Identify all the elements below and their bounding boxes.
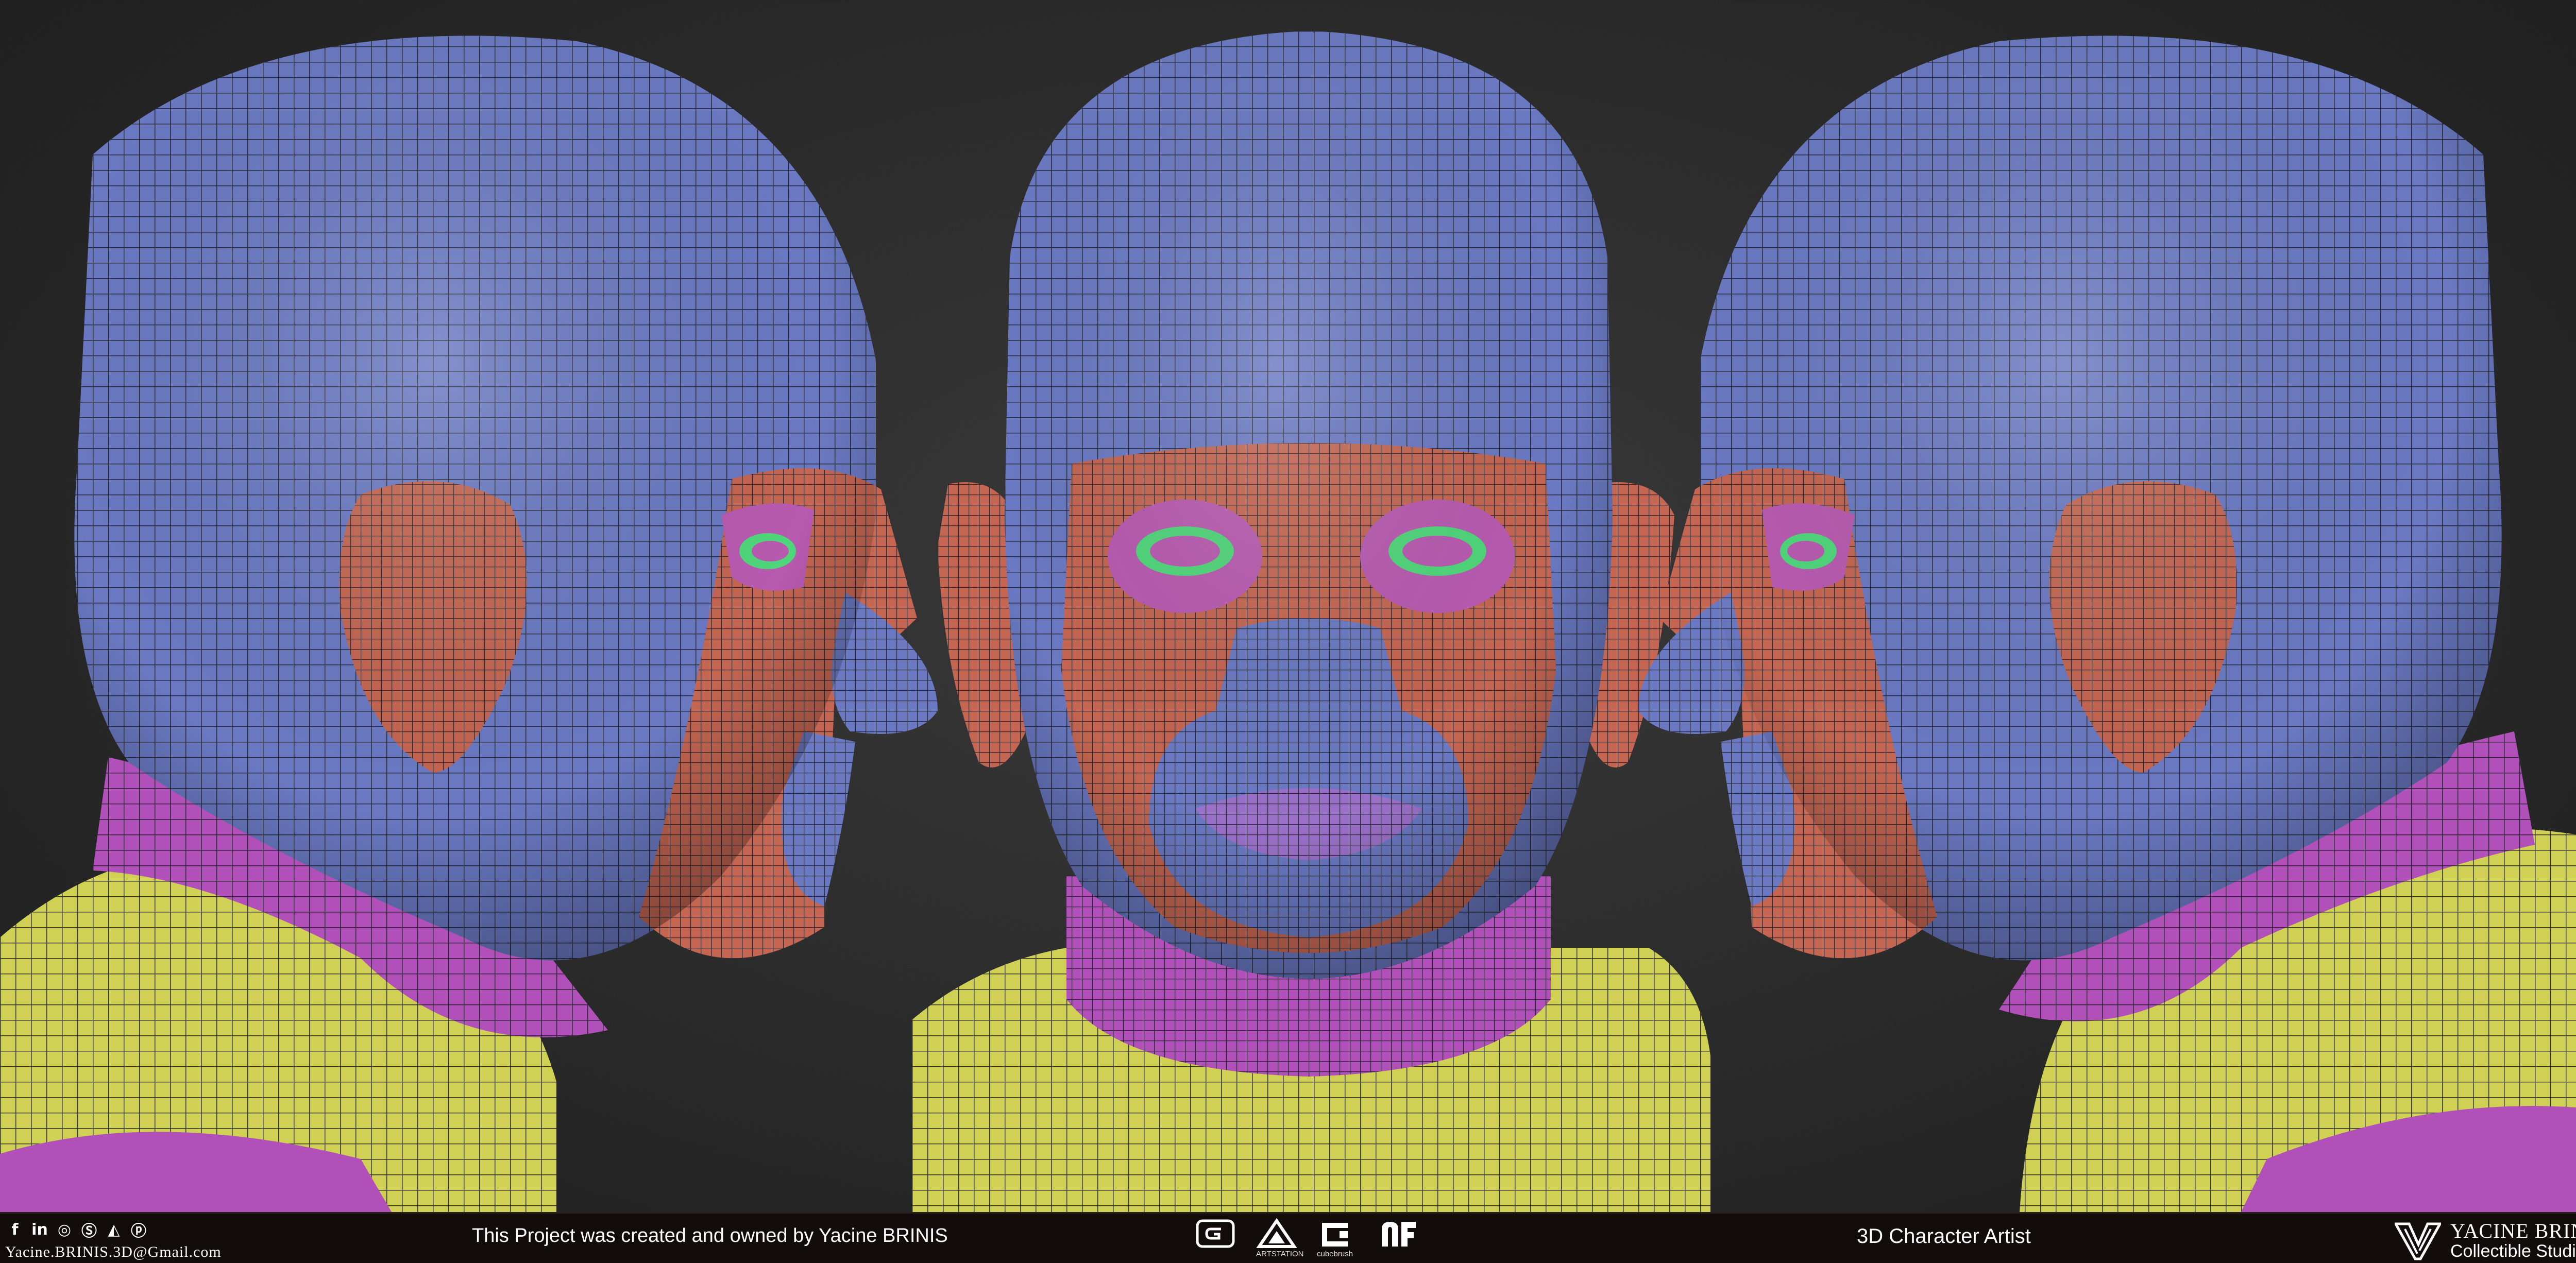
social-links: f in ◎ Ⓢ ◭ ⓟ (4, 1219, 149, 1241)
front-view (912, 31, 1710, 1212)
head-renders (0, 31, 2576, 1212)
brand-logo: YACINE BRINIS Collectible Studios (2395, 1218, 2576, 1261)
cubebrush-logo-icon[interactable]: cubebrush (1317, 1218, 1362, 1259)
cubebrush-caption: cubebrush (1317, 1250, 1353, 1258)
brand-name: YACINE BRINIS (2450, 1219, 2576, 1242)
credit-text: This Project was created and owned by Ya… (472, 1225, 948, 1247)
facebook-icon[interactable]: f (4, 1219, 26, 1240)
artstation-logo-icon[interactable]: ARTSTATION (1256, 1218, 1304, 1259)
left-profile-view (0, 36, 938, 1212)
linkedin-icon[interactable]: in (29, 1219, 50, 1240)
artstation-icon[interactable]: ◭ (103, 1219, 125, 1240)
instagram-icon[interactable]: ◎ (54, 1219, 75, 1240)
artstation-caption: ARTSTATION (1256, 1250, 1304, 1258)
software-logos: ARTSTATION cubebrush (1195, 1218, 1423, 1259)
brand-mark-icon (2395, 1222, 2441, 1260)
role-text: 3D Character Artist (1857, 1225, 2031, 1248)
render-stage (0, 0, 2576, 1212)
footer-bar: f in ◎ Ⓢ ◭ ⓟ Yacine.BRINIS.3D@Gmail.com … (0, 1212, 2576, 1263)
pinterest-icon[interactable]: ⓟ (128, 1219, 149, 1240)
right-profile-view (1638, 36, 2576, 1212)
gumroad-style-icon[interactable] (1195, 1218, 1241, 1259)
flippednormals-logo-icon[interactable] (1378, 1218, 1423, 1259)
email-address[interactable]: Yacine.BRINIS.3D@Gmail.com (5, 1243, 222, 1261)
brand-subtitle: Collectible Studios (2450, 1241, 2576, 1261)
skype-icon[interactable]: Ⓢ (78, 1219, 100, 1240)
